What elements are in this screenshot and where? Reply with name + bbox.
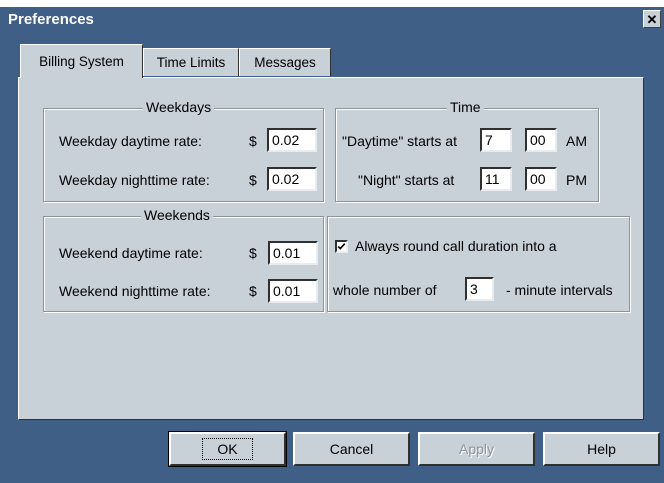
tab-messages[interactable]: Messages xyxy=(239,48,331,76)
weekdays-group: Weekdays Weekday daytime rate: $ Weekday… xyxy=(43,99,324,202)
daytime-ampm-label: AM xyxy=(566,133,587,149)
night-ampm-label: PM xyxy=(566,172,587,188)
tab-label: Billing System xyxy=(39,54,124,69)
daytime-start-label: "Daytime" starts at xyxy=(342,133,457,149)
night-hour-input[interactable] xyxy=(480,167,512,191)
night-start-label: "Night" starts at xyxy=(358,172,455,188)
weekday-daytime-label: Weekday daytime rate: xyxy=(59,133,202,149)
weekend-daytime-rate-input[interactable] xyxy=(268,241,318,265)
daytime-hour-input[interactable] xyxy=(480,128,512,152)
rounding-group: Always round call duration into a whole … xyxy=(327,216,630,312)
currency-symbol: $ xyxy=(249,245,257,261)
minute-intervals-label: - minute intervals xyxy=(506,282,613,298)
time-group: Time "Daytime" starts at AM "Night" star… xyxy=(335,99,599,202)
title-bar[interactable]: Preferences ✕ xyxy=(0,7,664,33)
weekend-nighttime-label: Weekend nighttime rate: xyxy=(59,283,211,299)
weekends-group: Weekends Weekend daytime rate: $ Weekend… xyxy=(43,207,324,312)
weekday-nighttime-rate-input[interactable] xyxy=(267,167,317,191)
currency-symbol: $ xyxy=(249,283,257,299)
currency-symbol: $ xyxy=(249,172,257,188)
currency-symbol: $ xyxy=(249,133,257,149)
help-label: Help xyxy=(587,441,616,457)
window-title: Preferences xyxy=(8,11,94,28)
night-minute-input[interactable] xyxy=(525,167,557,191)
weekdays-legend: Weekdays xyxy=(143,99,215,115)
weekday-daytime-rate-input[interactable] xyxy=(267,128,317,152)
tab-label: Time Limits xyxy=(156,55,226,70)
round-duration-checkbox[interactable] xyxy=(335,240,348,253)
round-duration-label: Always round call duration into a xyxy=(355,238,557,254)
tab-label: Messages xyxy=(254,55,316,70)
tab-time-limits[interactable]: Time Limits xyxy=(143,48,239,76)
apply-button[interactable]: Apply xyxy=(418,432,535,466)
apply-label: Apply xyxy=(458,441,495,457)
interval-minutes-input[interactable] xyxy=(465,277,494,301)
close-icon: ✕ xyxy=(646,11,658,27)
daytime-minute-input[interactable] xyxy=(525,128,557,152)
preferences-dialog: Preferences ✕ Billing System Time Limits… xyxy=(0,0,664,483)
cancel-label: Cancel xyxy=(329,441,374,457)
billing-system-panel: Weekdays Weekday daytime rate: $ Weekday… xyxy=(18,77,644,420)
weekends-legend: Weekends xyxy=(141,207,213,223)
weekday-nighttime-label: Weekday nighttime rate: xyxy=(59,172,210,188)
whole-number-label: whole number of xyxy=(333,282,437,298)
help-button[interactable]: Help xyxy=(543,432,660,466)
cancel-button[interactable]: Cancel xyxy=(293,432,410,466)
time-legend: Time xyxy=(447,99,484,115)
weekend-daytime-label: Weekend daytime rate: xyxy=(59,245,203,261)
tab-billing-system[interactable]: Billing System xyxy=(20,44,143,78)
close-button[interactable]: ✕ xyxy=(643,10,661,28)
ok-label: OK xyxy=(202,438,253,460)
ok-button[interactable]: OK xyxy=(168,431,287,467)
checkmark-icon xyxy=(337,243,346,250)
weekend-nighttime-rate-input[interactable] xyxy=(268,279,318,303)
